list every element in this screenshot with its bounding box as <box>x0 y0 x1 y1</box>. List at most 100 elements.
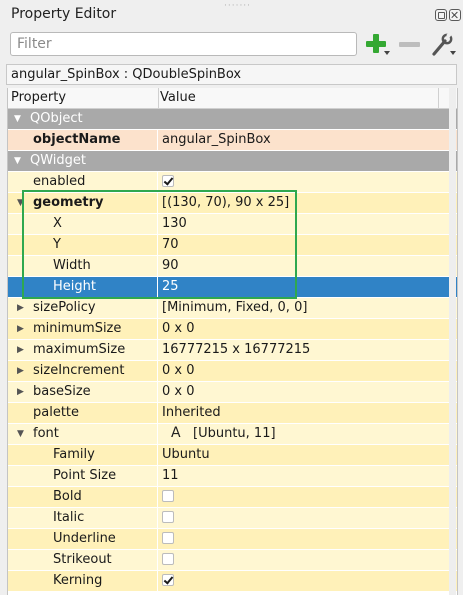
property-row-x[interactable]: X 130 <box>8 214 457 235</box>
property-row-point-size[interactable]: Point Size 11 <box>8 466 457 487</box>
filter-input[interactable] <box>10 32 357 56</box>
property-tree[interactable]: Property Value ▼ QObject objectName angular… <box>7 88 458 595</box>
property-name: objectName <box>33 132 121 147</box>
property-value[interactable]: 25 <box>162 279 179 294</box>
property-row-underline[interactable]: Underline <box>8 529 457 550</box>
close-dock-button[interactable] <box>449 9 461 21</box>
property-checkbox[interactable] <box>162 511 174 523</box>
property-name-cell[interactable]: ▶ minimumSize <box>8 319 158 339</box>
property-name: baseSize <box>33 384 91 399</box>
property-row-maximumsize[interactable]: ▶ maximumSize 16777215 x 16777215 <box>8 340 457 361</box>
title-bar: Property Editor ······· <box>0 0 463 30</box>
category-row-qobject[interactable]: ▼ QObject <box>8 109 457 130</box>
property-row-font[interactable]: ▼ font A [Ubuntu, 11] <box>8 424 457 445</box>
property-name-cell[interactable]: ▶ baseSize <box>8 382 158 402</box>
property-row-bold[interactable]: Bold <box>8 487 457 508</box>
property-name-cell[interactable]: Family <box>8 445 158 465</box>
property-row-width[interactable]: Width 90 <box>8 256 457 277</box>
property-checkbox[interactable] <box>162 490 174 502</box>
property-row-objectname[interactable]: objectName angular_SpinBox <box>8 130 457 151</box>
property-value[interactable]: [Minimum, Fixed, 0, 0] <box>162 300 307 315</box>
property-name: sizePolicy <box>33 300 96 315</box>
collapse-arrow-icon[interactable]: ▶ <box>17 303 24 313</box>
tree-header: Property Value <box>8 88 457 109</box>
property-name-cell[interactable]: Width <box>8 256 158 276</box>
property-name-cell[interactable]: Height <box>8 277 158 297</box>
property-row-palette[interactable]: palette Inherited <box>8 403 457 424</box>
vertical-scrollbar[interactable] <box>449 88 456 595</box>
category-label: QObject <box>30 111 83 126</box>
remove-dynamic-property-button[interactable] <box>398 32 428 58</box>
property-name-cell[interactable]: Italic <box>8 508 158 528</box>
property-row-basesize[interactable]: ▶ baseSize 0 x 0 <box>8 382 457 403</box>
property-checkbox[interactable] <box>162 574 174 586</box>
property-name: Strikeout <box>53 552 112 567</box>
property-row-strikeout[interactable]: Strikeout <box>8 550 457 571</box>
property-name-cell[interactable]: ▼ font <box>8 424 158 444</box>
property-value[interactable]: 0 x 0 <box>162 384 195 399</box>
property-row-sizeincrement[interactable]: ▶ sizeIncrement 0 x 0 <box>8 361 457 382</box>
object-class-label: angular_SpinBox : QDoubleSpinBox <box>6 64 457 85</box>
property-checkbox[interactable] <box>162 175 174 187</box>
property-name-cell[interactable]: ▶ sizePolicy <box>8 298 158 318</box>
property-row-height[interactable]: Height 25 <box>8 277 457 298</box>
property-row-enabled[interactable]: enabled <box>8 172 457 193</box>
collapse-arrow-icon[interactable]: ▶ <box>17 324 24 334</box>
collapse-arrow-icon[interactable]: ▶ <box>17 387 24 397</box>
property-name-cell[interactable]: Bold <box>8 487 158 507</box>
property-value[interactable]: 11 <box>162 468 179 483</box>
property-name-cell[interactable]: palette <box>8 403 158 423</box>
property-name: X <box>53 216 62 231</box>
column-header-property[interactable]: Property <box>11 90 66 105</box>
drag-grip[interactable]: ······· <box>224 1 251 11</box>
property-name-cell[interactable]: ▶ sizeIncrement <box>8 361 158 381</box>
configure-button[interactable] <box>428 32 458 58</box>
collapse-arrow-icon[interactable]: ▶ <box>17 366 24 376</box>
expand-arrow-icon[interactable]: ▼ <box>17 198 24 208</box>
dropdown-arrow-icon <box>384 51 390 55</box>
property-value[interactable]: 70 <box>162 237 179 252</box>
expand-arrow-icon[interactable]: ▼ <box>14 156 21 166</box>
property-name-cell[interactable]: X <box>8 214 158 234</box>
property-row-sizepolicy[interactable]: ▶ sizePolicy [Minimum, Fixed, 0, 0] <box>8 298 457 319</box>
property-value[interactable]: angular_SpinBox <box>162 132 271 147</box>
property-value[interactable]: [(130, 70), 90 x 25] <box>162 195 289 210</box>
property-checkbox[interactable] <box>162 553 174 565</box>
category-label: QWidget <box>30 153 87 168</box>
property-name: minimumSize <box>33 321 122 336</box>
property-name-cell[interactable]: Kerning <box>8 571 158 591</box>
property-value[interactable]: 0 x 0 <box>162 321 195 336</box>
property-name-cell[interactable]: ▶ maximumSize <box>8 340 158 360</box>
add-dynamic-property-button[interactable] <box>364 32 394 58</box>
property-name-cell[interactable]: objectName <box>8 130 158 150</box>
panel-title: Property Editor <box>11 6 117 22</box>
property-value[interactable]: 130 <box>162 216 187 231</box>
property-row-kerning[interactable]: Kerning <box>8 571 457 592</box>
property-name-cell[interactable]: Point Size <box>8 466 158 486</box>
property-row-family[interactable]: Family Ubuntu <box>8 445 457 466</box>
expand-arrow-icon[interactable]: ▼ <box>17 429 24 439</box>
property-name: Family <box>53 447 95 462</box>
property-value[interactable]: 0 x 0 <box>162 363 195 378</box>
property-checkbox[interactable] <box>162 532 174 544</box>
property-name-cell[interactable]: ▼ geometry <box>8 193 158 213</box>
property-name-cell[interactable]: Strikeout <box>8 550 158 570</box>
column-header-value[interactable]: Value <box>160 90 196 105</box>
category-row-qwidget[interactable]: ▼ QWidget <box>8 151 457 172</box>
collapse-arrow-icon[interactable]: ▶ <box>17 345 24 355</box>
property-row-minimumsize[interactable]: ▶ minimumSize 0 x 0 <box>8 319 457 340</box>
property-name-cell[interactable]: Underline <box>8 529 158 549</box>
property-name-cell[interactable]: Y <box>8 235 158 255</box>
property-value[interactable]: Inherited <box>162 405 221 420</box>
property-name: enabled <box>33 174 86 189</box>
property-row-italic[interactable]: Italic <box>8 508 457 529</box>
property-value[interactable]: [Ubuntu, 11] <box>193 426 276 441</box>
expand-arrow-icon[interactable]: ▼ <box>14 114 21 124</box>
property-name-cell[interactable]: enabled <box>8 172 158 192</box>
property-value[interactable]: 16777215 x 16777215 <box>162 342 310 357</box>
property-row-y[interactable]: Y 70 <box>8 235 457 256</box>
property-value[interactable]: Ubuntu <box>162 447 210 462</box>
property-value[interactable]: 90 <box>162 258 179 273</box>
float-dock-button[interactable] <box>435 9 447 21</box>
property-row-geometry[interactable]: ▼ geometry [(130, 70), 90 x 25] <box>8 193 457 214</box>
